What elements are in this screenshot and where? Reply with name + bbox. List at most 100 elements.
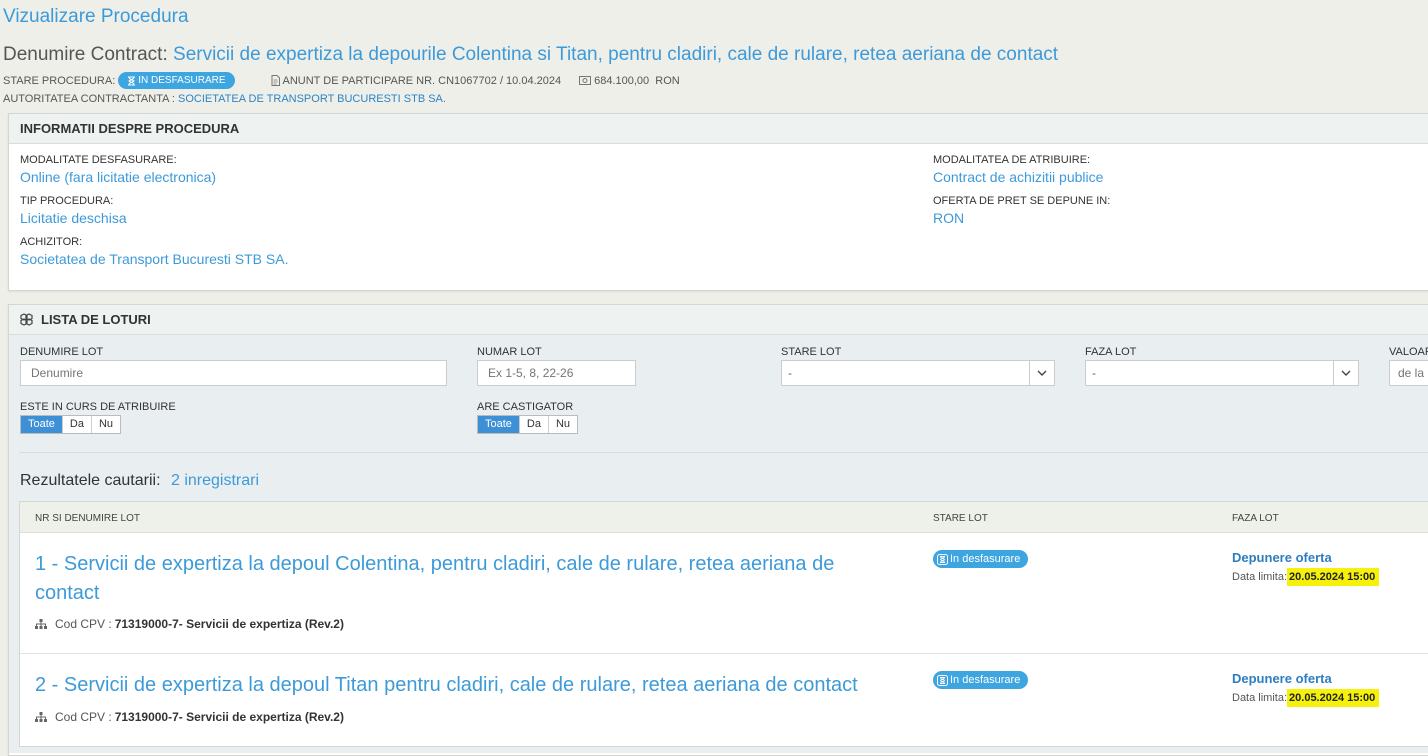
lot-deadline: Data limita: 20.05.2024 15:00 [1232, 568, 1380, 586]
oferta-value: RON [933, 210, 965, 226]
oferta-label: OFERTA DE PRET SE DEPUNE IN: [933, 195, 1111, 207]
atribuire-da-button[interactable]: Da [61, 416, 91, 433]
stare-lot-select[interactable]: - [781, 360, 1055, 386]
contract-label: Denumire Contract: [3, 44, 168, 65]
table-row: 1 - Servicii de expertiza la depoul Cole… [20, 533, 1428, 654]
hourglass-icon [128, 75, 136, 86]
lot-phase-name: Depunere oferta [1232, 671, 1332, 686]
hourglass-icon [937, 553, 948, 565]
col-faza-lot: FAZA LOT [1232, 513, 1279, 524]
cpv-code: 71319000-7 [114, 710, 179, 724]
tip-procedura-field: TIP PROCEDURA: Licitatie deschisa [20, 195, 127, 226]
procedure-meta: STARE PROCEDURA: IN DESFASURARE ANUNT DE… [3, 72, 680, 89]
faza-lot-label: FAZA LOT [1085, 346, 1137, 358]
table-header: NR SI DENUMIRE LOT STARE LOT FAZA LOT [20, 502, 1428, 533]
atribuire-label: MODALITATEA DE ATRIBUIRE: [933, 154, 1091, 166]
lot-status-text: In desfasurare [950, 553, 1021, 565]
sitemap-icon [35, 619, 47, 629]
lot-status-badge: In desfasurare [933, 671, 1029, 689]
contract-title: Denumire Contract: Servicii de expertiza… [3, 44, 1058, 66]
modalitate-value: Online (fara licitatie electronica) [20, 169, 217, 185]
numar-lot-label: NUMAR LOT [477, 346, 542, 358]
valoare-min-input[interactable] [1389, 360, 1428, 386]
denumire-lot-label: DENUMIRE LOT [20, 346, 104, 358]
numar-lot-input[interactable] [477, 360, 636, 386]
info-panel-title: INFORMATII DESPRE PROCEDURA [9, 114, 1428, 144]
atribuire-filter-label: ESTE IN CURS DE ATRIBUIRE [20, 401, 176, 413]
lot-title-link[interactable]: 1 - Servicii de expertiza la depoul Cole… [35, 550, 895, 608]
stare-procedura-label: STARE PROCEDURA: [3, 74, 116, 87]
autoritate-label: AUTORITATEA CONTRACTANTA : [3, 93, 175, 105]
oferta-field: OFERTA DE PRET SE DEPUNE IN: RON [933, 195, 1110, 226]
money-icon [579, 76, 592, 85]
faza-lot-selected: - [1092, 366, 1096, 380]
anunt-text: ANUNT DE PARTICIPARE NR. CN1067702 / 10.… [282, 74, 562, 87]
lot-phase: Depunere oferta Data limita: 20.05.2024 … [1232, 671, 1380, 707]
lot-title-link[interactable]: 2 - Servicii de expertiza la depoul Tita… [35, 671, 895, 700]
anunt-participare[interactable]: ANUNT DE PARTICIPARE NR. CN1067702 / 10.… [271, 74, 562, 87]
atribuire-nu-button[interactable]: Nu [90, 416, 120, 433]
loturi-panel-title: LISTA DE LOTURI [41, 312, 151, 327]
deadline-label: Data limita: [1232, 692, 1288, 704]
col-stare-lot: STARE LOT [933, 513, 988, 524]
lot-status-text: In desfasurare [950, 674, 1021, 686]
results-count: 2 inregistrari [170, 472, 259, 489]
achizitor-field: ACHIZITOR: Societatea de Transport Bucur… [20, 236, 288, 267]
atribuire-toate-button[interactable]: Toate [21, 416, 62, 433]
col-nr-denumire: NR SI DENUMIRE LOT [35, 513, 141, 524]
cpv-code: 71319000-7 [114, 617, 179, 631]
cpv-info: Cod CPV : 71319000-7 - Servicii de exper… [35, 617, 344, 631]
castigator-da-button[interactable]: Da [518, 416, 548, 433]
cpv-info: Cod CPV : 71319000-7 - Servicii de exper… [35, 710, 344, 724]
results-summary: Rezultatele cautarii: 2 inregistrari [20, 472, 259, 490]
cpv-label: Cod CPV : [55, 710, 112, 724]
tip-procedura-label: TIP PROCEDURA: [20, 195, 114, 207]
chevron-down-icon [1029, 361, 1054, 385]
modalitate-label: MODALITATE DESFASURARE: [20, 154, 177, 166]
table-row: 2 - Servicii de expertiza la depoul Tita… [20, 654, 1428, 746]
achizitor-value[interactable]: Societatea de Transport Bucuresti STB SA… [20, 251, 288, 267]
autoritate-link[interactable]: SOCIETATEA DE TRANSPORT BUCURESTI STB SA… [178, 93, 446, 105]
castigator-nu-button[interactable]: Nu [547, 416, 577, 433]
atribuire-toggle: Toate Da Nu [20, 415, 122, 434]
atribuire-value: Contract de achizitii publice [933, 169, 1104, 185]
cubes-icon [20, 313, 33, 326]
lot-phase: Depunere oferta Data limita: 20.05.2024 … [1232, 550, 1380, 586]
valoare-label: VALOAR [1389, 346, 1428, 358]
denumire-lot-input[interactable] [20, 360, 447, 386]
moneda-text: RON [655, 74, 680, 87]
hourglass-icon [937, 674, 948, 686]
lot-phase-name: Depunere oferta [1232, 550, 1332, 565]
faza-lot-select[interactable]: - [1085, 360, 1359, 386]
autoritate-contractanta: AUTORITATEA CONTRACTANTA : SOCIETATEA DE… [3, 93, 446, 105]
sitemap-icon [35, 712, 47, 722]
filter-divider [19, 452, 1428, 453]
castigator-toggle: Toate Da Nu [477, 415, 579, 434]
cpv-label: Cod CPV : [55, 617, 112, 631]
loturi-panel: LISTA DE LOTURI DENUMIRE LOT NUMAR LOT S… [8, 304, 1428, 756]
status-badge-text: IN DESFASURARE [138, 75, 226, 86]
castigator-filter-label: ARE CASTIGATOR [477, 401, 574, 413]
chevron-down-icon [1333, 361, 1358, 385]
modalitate-field: MODALITATE DESFASURARE: Online (fara lic… [20, 154, 216, 185]
achizitor-label: ACHIZITOR: [20, 236, 83, 248]
lot-deadline: Data limita: 20.05.2024 15:00 [1232, 689, 1380, 707]
valoare-text: 684.100,00 [594, 74, 650, 87]
results-label: Rezultatele cautarii: [20, 472, 161, 489]
stare-lot-selected: - [788, 366, 792, 380]
status-badge: IN DESFASURARE [118, 72, 235, 89]
loturi-filters: DENUMIRE LOT NUMAR LOT STARE LOT - FAZA … [9, 335, 1428, 753]
castigator-toate-button[interactable]: Toate [478, 416, 519, 433]
document-icon [271, 75, 280, 86]
stare-lot-label: STARE LOT [781, 346, 842, 358]
contract-name-link[interactable]: Servicii de expertiza la depourile Colen… [173, 44, 1058, 65]
page-title: Vizualizare Procedura [3, 6, 189, 27]
deadline-value: 20.05.2024 15:00 [1287, 689, 1380, 707]
info-panel: INFORMATII DESPRE PROCEDURA MODALITATE D… [8, 113, 1428, 291]
valoare-estimata: 684.100,00 RON [579, 75, 680, 87]
deadline-value: 20.05.2024 15:00 [1287, 568, 1380, 586]
deadline-label: Data limita: [1232, 571, 1288, 583]
loturi-panel-header: LISTA DE LOTURI [9, 305, 1428, 335]
lot-status-badge: In desfasurare [933, 550, 1029, 568]
loturi-table: NR SI DENUMIRE LOT STARE LOT FAZA LOT 1 … [19, 501, 1428, 747]
